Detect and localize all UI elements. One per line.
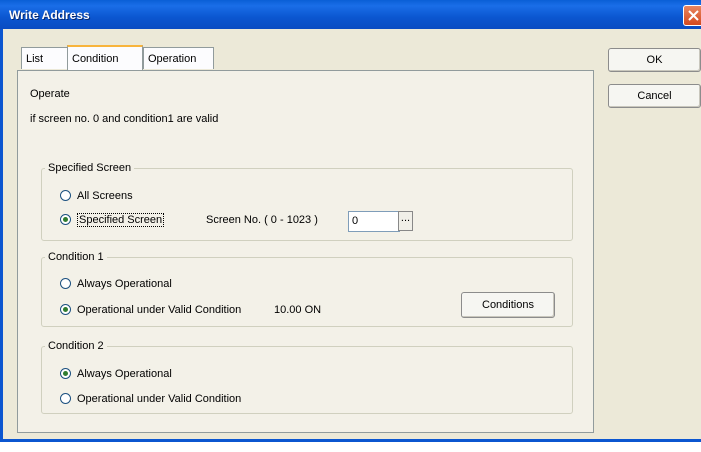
radio-condition1-always-label: Always Operational (77, 278, 172, 290)
screen-no-value: 0 (352, 215, 359, 227)
radio-condition2-always-button[interactable] (60, 368, 71, 379)
screen-no-input[interactable]: 0 (348, 211, 400, 232)
window-title: Write Address (9, 8, 90, 22)
condition1-value: 10.00 ON (274, 304, 322, 316)
dialog-window: Write Address List Condition Operation O… (0, 0, 701, 442)
ok-button[interactable]: OK (608, 48, 701, 72)
radio-specified-screen-button[interactable] (60, 214, 71, 225)
radio-all-screens-label: All Screens (77, 190, 133, 202)
close-button[interactable] (683, 5, 701, 26)
radio-condition2-valid[interactable]: Operational under Valid Condition (60, 392, 241, 406)
radio-condition2-valid-label: Operational under Valid Condition (77, 393, 242, 405)
cancel-button[interactable]: Cancel (608, 84, 701, 108)
radio-condition1-valid-label: Operational under Valid Condition (77, 304, 242, 316)
tab-condition-label: Condition (72, 53, 119, 65)
radio-condition1-valid[interactable]: Operational under Valid Condition (60, 303, 241, 317)
tab-list[interactable]: List (21, 47, 68, 69)
screen-browse-button[interactable]: ... (398, 211, 413, 231)
tab-condition[interactable]: Condition (67, 45, 143, 71)
radio-condition2-valid-button[interactable] (60, 393, 71, 404)
ok-button-label: OK (646, 54, 663, 66)
title-bar[interactable]: Write Address (0, 0, 701, 29)
radio-condition1-always[interactable]: Always Operational (60, 277, 172, 291)
radio-condition2-always[interactable]: Always Operational (60, 367, 172, 381)
condition2-legend: Condition 2 (48, 340, 104, 352)
cancel-button-label: Cancel (637, 90, 672, 102)
radio-all-screens[interactable]: All Screens (60, 189, 133, 203)
radio-specified-screen[interactable]: Specified Screen (60, 213, 165, 227)
close-icon (688, 10, 699, 21)
operate-heading: Operate (30, 88, 70, 100)
window-frame-bottom (0, 439, 701, 442)
tab-list-label: List (26, 53, 44, 65)
operate-description: if screen no. 0 and condition1 are valid (30, 113, 219, 125)
radio-condition2-always-label: Always Operational (77, 368, 172, 380)
window-frame-left (0, 29, 3, 442)
condition-tab-panel: Operate if screen no. 0 and condition1 a… (17, 70, 594, 433)
radio-condition1-always-button[interactable] (60, 278, 71, 289)
radio-all-screens-button[interactable] (60, 190, 71, 201)
screen-no-label: Screen No. ( 0 - 1023 ) (206, 214, 318, 226)
radio-condition1-valid-button[interactable] (60, 304, 71, 315)
specified-screen-legend: Specified Screen (48, 162, 132, 174)
condition1-legend: Condition 1 (48, 251, 104, 263)
conditions-button[interactable]: Conditions (461, 292, 555, 318)
radio-specified-screen-label: Specified Screen (77, 213, 165, 227)
screen-browse-label: ... (400, 212, 411, 224)
conditions-button-label: Conditions (482, 299, 534, 311)
tab-operation-label: Operation (148, 53, 197, 65)
tab-operation[interactable]: Operation (143, 47, 214, 69)
